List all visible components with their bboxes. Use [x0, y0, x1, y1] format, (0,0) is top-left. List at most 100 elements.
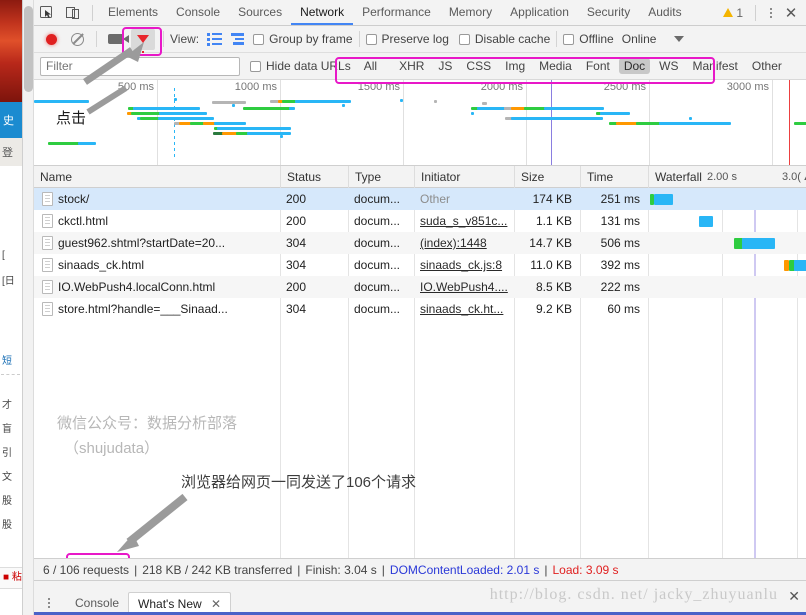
- page-text-9: 股: [2, 520, 12, 531]
- overview-dcl-marker: [551, 80, 552, 165]
- drawer-tab-whats-new-label: What's New: [138, 596, 202, 611]
- watermark-line2: （shujudata）: [64, 440, 160, 457]
- page-text-4: 才: [2, 400, 12, 411]
- warning-count: 1: [736, 5, 743, 20]
- waterfall-bar-download: [742, 238, 775, 249]
- waterfall-view-icon[interactable]: [225, 27, 249, 51]
- filter-types-highlight-box: [335, 57, 715, 84]
- document-icon: [42, 192, 53, 206]
- warning-badge[interactable]: 1: [723, 6, 749, 20]
- table-row[interactable]: ckctl.html 200 docum... suda_s_v851c... …: [34, 210, 806, 232]
- network-overview-timeline[interactable]: 500 ms 1000 ms 1500 ms 2000 ms 2500 ms 3…: [34, 80, 806, 166]
- offline-checkbox[interactable]: Offline: [563, 32, 614, 46]
- offline-box[interactable]: [563, 33, 575, 45]
- table-row[interactable]: guest962.shtml?startDate=20... 304 docum…: [34, 232, 806, 254]
- record-button-icon[interactable]: [38, 27, 64, 51]
- cell-time: 222 ms: [600, 280, 640, 294]
- waterfall-tick-3s: 3.0(: [782, 171, 801, 183]
- waterfall-tick-2s: 2.00 s: [707, 171, 737, 183]
- disable-cache-box[interactable]: [458, 33, 470, 45]
- page-scrollbar-thumb[interactable]: [24, 6, 33, 92]
- column-header-type[interactable]: Type: [348, 166, 414, 188]
- page-text-7: 文: [2, 472, 12, 483]
- status-sep-4: |: [544, 562, 548, 577]
- cell-size: 14.7 KB: [529, 236, 572, 250]
- offline-label: Offline: [579, 32, 614, 46]
- page-login-strip: 登: [0, 138, 22, 166]
- cell-initiator[interactable]: IO.WebPush4....: [420, 276, 512, 298]
- disable-cache-checkbox[interactable]: Disable cache: [458, 32, 550, 46]
- table-row[interactable]: stock/ 200 docum... Other 174 KB 251 ms: [34, 188, 806, 210]
- column-header-size[interactable]: Size: [514, 166, 580, 188]
- cell-name[interactable]: stock/: [58, 188, 276, 210]
- page-text-5: 盲: [2, 424, 12, 435]
- devtools-tabbar: Elements Console Sources Network Perform…: [34, 0, 806, 26]
- cell-initiator[interactable]: suda_s_v851c...: [420, 210, 512, 232]
- group-by-frame-checkbox[interactable]: Group by frame: [253, 32, 353, 46]
- kebab-menu-icon[interactable]: [762, 3, 780, 23]
- page-text-2: [日: [2, 276, 15, 287]
- column-header-initiator[interactable]: Initiator: [414, 166, 514, 188]
- filter-other[interactable]: Other: [747, 58, 787, 74]
- status-finish: Finish: 3.04 s: [305, 562, 377, 577]
- cell-name[interactable]: guest962.shtml?startDate=20...: [58, 232, 276, 254]
- drawer-tab-console[interactable]: Console: [66, 592, 128, 614]
- cell-status: 200: [286, 214, 307, 228]
- waterfall-bar-download: [699, 216, 713, 227]
- chevron-down-icon[interactable]: [674, 36, 685, 42]
- tab-audits[interactable]: Audits: [639, 0, 690, 25]
- status-sep-3: |: [381, 562, 385, 577]
- cell-initiator[interactable]: sinaads_ck.js:8: [420, 254, 512, 276]
- cell-initiator[interactable]: (index):1448: [420, 232, 512, 254]
- page-footer-strip: ■ 粘: [0, 567, 22, 589]
- device-toolbar-icon[interactable]: [60, 1, 86, 25]
- preserve-log-checkbox[interactable]: Preserve log: [365, 32, 449, 46]
- close-icon[interactable]: ✕: [211, 597, 221, 611]
- tab-sources[interactable]: Sources: [229, 0, 291, 25]
- cell-type: docum...: [354, 192, 401, 206]
- status-sep-2: |: [297, 562, 301, 577]
- hide-data-urls-box[interactable]: [250, 60, 261, 72]
- status-sep-1: |: [134, 562, 138, 577]
- cell-size: 1.1 KB: [535, 214, 572, 228]
- cell-name[interactable]: ckctl.html: [58, 210, 276, 232]
- arrow-click-icon: [86, 85, 128, 115]
- page-text-3: 短: [2, 356, 12, 367]
- tab-security[interactable]: Security: [578, 0, 639, 25]
- tab-application[interactable]: Application: [501, 0, 578, 25]
- table-row[interactable]: sinaads_ck.html 304 docum... sinaads_ck.…: [34, 254, 806, 276]
- column-header-time[interactable]: Time: [580, 166, 648, 188]
- overview-tick-2: 1000 ms: [234, 81, 277, 93]
- cell-name[interactable]: store.html?handle=___Sinaad...: [58, 298, 276, 320]
- cell-type: docum...: [354, 280, 401, 294]
- cell-initiator[interactable]: sinaads_ck.ht...: [420, 298, 512, 320]
- tab-network[interactable]: Network: [291, 0, 353, 25]
- page-text-1: [: [2, 250, 5, 261]
- close-icon[interactable]: ✕: [780, 2, 802, 24]
- throttle-value[interactable]: Online: [622, 32, 657, 46]
- network-status-bar: 6 / 106 requests | 218 KB / 242 KB trans…: [34, 558, 806, 580]
- page-banner-image: [0, 0, 22, 102]
- cell-name[interactable]: IO.WebPush4.localConn.html: [58, 276, 276, 298]
- drawer-kebab-menu-icon[interactable]: [40, 593, 58, 613]
- column-header-status[interactable]: Status: [280, 166, 348, 188]
- tab-memory[interactable]: Memory: [440, 0, 501, 25]
- inspect-element-icon[interactable]: [34, 1, 60, 25]
- table-row[interactable]: store.html?handle=___Sinaad... 304 docum…: [34, 298, 806, 320]
- status-requests: 6 / 106 requests: [43, 562, 130, 577]
- group-by-frame-box[interactable]: [253, 33, 265, 45]
- close-drawer-icon[interactable]: ✕: [788, 588, 800, 605]
- cell-name[interactable]: sinaads_ck.html: [58, 254, 276, 276]
- preserve-log-box[interactable]: [365, 33, 377, 45]
- tab-elements[interactable]: Elements: [99, 0, 167, 25]
- list-view-icon[interactable]: [203, 27, 225, 51]
- page-scrollbar[interactable]: [23, 0, 34, 615]
- tab-performance[interactable]: Performance: [353, 0, 440, 25]
- cell-time: 251 ms: [600, 192, 640, 206]
- tab-console[interactable]: Console: [167, 0, 229, 25]
- table-row[interactable]: IO.WebPush4.localConn.html 200 docum... …: [34, 276, 806, 298]
- column-header-name[interactable]: Name: [34, 166, 280, 188]
- devtools-screenshot: 史 登 [ [日 短 才 盲 引 文 股 股 ■ 粘 Elements Cons…: [0, 0, 806, 615]
- group-by-frame-label: Group by frame: [269, 32, 353, 46]
- sort-ascending-icon[interactable]: ▲: [802, 166, 806, 188]
